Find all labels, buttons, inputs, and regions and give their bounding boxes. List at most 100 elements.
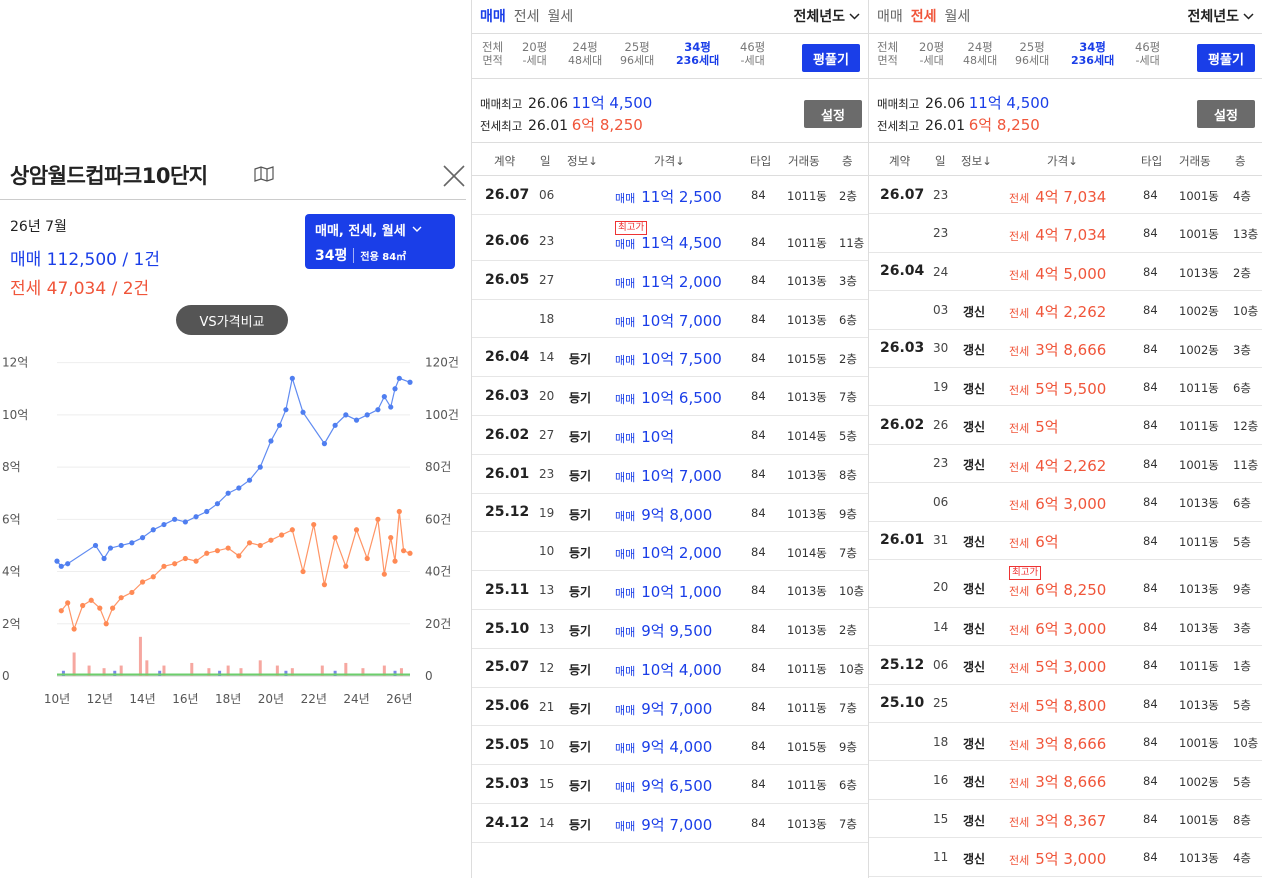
volume-bar [138, 636, 142, 676]
deal-type-selector[interactable]: 매매, 전세, 월세 34평 전용 84㎡ [305, 214, 455, 269]
table-row[interactable]: 23 전세 4억 7,034 84 1001동 13층 [869, 214, 1262, 253]
tab-monthly[interactable]: 월세 [548, 6, 574, 26]
year-select[interactable]: 전체년도 [1187, 6, 1254, 26]
size-option-46[interactable]: 46평 -세대 [1135, 40, 1160, 68]
deal-price-value: 10억 6,500 [641, 389, 722, 408]
table-row[interactable]: 06 전세 6억 3,000 84 1013동 6층 [869, 483, 1262, 522]
table-row[interactable]: 25.10 13 등기 매매 9억 9,500 84 1013동 2층 [472, 610, 868, 649]
y-left-tick-label: 8억 [2, 460, 21, 474]
size-option-34[interactable]: 34평 236세대 [676, 40, 719, 68]
data-point-jeonse [88, 597, 94, 603]
size-option-25[interactable]: 25평 96세대 [620, 40, 654, 68]
table-row[interactable]: 14 갱신 전세 6억 3,000 84 1013동 3층 [869, 608, 1262, 647]
deal-price-value: 10억 1,000 [641, 583, 722, 602]
size-option-24[interactable]: 24평 48세대 [963, 40, 997, 68]
tab-sale[interactable]: 매매 [480, 6, 506, 26]
table-row[interactable]: 25.10 25 전세 5억 8,800 84 1013동 5층 [869, 685, 1262, 724]
col-price[interactable]: 가격↓ [654, 153, 685, 169]
x-tick-label: 16년 [172, 692, 198, 706]
col-contract[interactable]: 계약 [889, 153, 910, 169]
size-option-34[interactable]: 34평 236세대 [1071, 40, 1114, 68]
table-row[interactable]: 26.03 30 갱신 전세 3억 8,666 84 1002동 3층 [869, 330, 1262, 368]
tab-jeonse[interactable]: 전세 [911, 6, 937, 26]
settings-button[interactable]: 설정 [1197, 100, 1255, 128]
table-row[interactable]: 25.12 06 갱신 전세 5억 3,000 84 1011동 1층 [869, 646, 1262, 685]
col-floor[interactable]: 층 [842, 153, 853, 169]
col-day[interactable]: 일 [540, 153, 551, 169]
table-row[interactable]: 25.05 10 등기 매매 9억 4,000 84 1015동 9층 [472, 726, 868, 766]
area-label: 전용 84㎡ [353, 247, 406, 263]
close-icon[interactable] [440, 162, 468, 190]
size-all[interactable]: 전체 면적 [482, 40, 503, 68]
table-row[interactable]: 20 갱신 전세 6억 8,250 84 1013동 9층 최고가 [869, 560, 1262, 608]
table-row[interactable]: 26.02 26 갱신 전세 5억 84 1011동 12층 [869, 406, 1262, 445]
table-row[interactable]: 26.04 24 전세 4억 5,000 84 1013동 2층 [869, 253, 1262, 292]
col-day[interactable]: 일 [935, 153, 946, 169]
table-row[interactable]: 26.06 23 매매 11억 4,500 84 1011동 11층 최고가 [472, 215, 868, 261]
col-floor[interactable]: 층 [1235, 153, 1246, 169]
settings-button[interactable]: 설정 [804, 100, 862, 128]
table-row[interactable]: 18 갱신 전세 3억 8,666 84 1001동 10층 [869, 723, 1262, 762]
col-dong[interactable]: 거래동 [788, 153, 820, 169]
size-option-20[interactable]: 20평 -세대 [919, 40, 944, 68]
col-type[interactable]: 타입 [750, 153, 771, 169]
contract-month: 26.03 [485, 387, 530, 404]
table-row[interactable]: 11 갱신 전세 5억 3,000 84 1013동 4층 [869, 838, 1262, 877]
table-row[interactable]: 25.11 13 등기 매매 10억 1,000 84 1013동 10층 [472, 571, 868, 610]
map-icon[interactable] [254, 166, 274, 182]
table-row[interactable]: 25.06 21 등기 매매 9억 7,000 84 1011동 7층 [472, 688, 868, 727]
table-row[interactable]: 16 갱신 전세 3억 8,666 84 1002동 5층 [869, 761, 1262, 800]
table-row[interactable]: 26.03 20 등기 매매 10억 6,500 84 1013동 7층 [472, 377, 868, 416]
col-info[interactable]: 정보↓ [961, 153, 992, 169]
size-option-25[interactable]: 25평 96세대 [1015, 40, 1049, 68]
building-dong: 1011동 [787, 700, 827, 715]
col-type[interactable]: 타입 [1141, 153, 1162, 169]
size-units: -세대 [740, 54, 765, 67]
tab-jeonse[interactable]: 전세 [514, 6, 540, 26]
table-row[interactable]: 26.04 14 등기 매매 10억 7,500 84 1015동 2층 [472, 338, 868, 378]
vs-compare-button[interactable]: VS가격비교 [176, 305, 288, 335]
col-price[interactable]: 가격↓ [1047, 153, 1078, 169]
floor: 3층 [839, 274, 857, 289]
size-option-20[interactable]: 20평 -세대 [522, 40, 547, 68]
size-option-24[interactable]: 24평 48세대 [568, 40, 602, 68]
deal-kind: 매매 [615, 548, 636, 562]
col-dong[interactable]: 거래동 [1179, 153, 1211, 169]
table-row[interactable]: 03 갱신 전세 4억 2,262 84 1002동 10층 [869, 291, 1262, 330]
deal-price-value: 3억 8,666 [1035, 734, 1107, 753]
table-row[interactable]: 26.07 23 전세 4억 7,034 84 1001동 4층 [869, 176, 1262, 215]
table-row[interactable]: 26.07 06 매매 11억 2,500 84 1011동 2층 [472, 176, 868, 215]
table-row[interactable]: 19 갱신 전세 5억 5,500 84 1011동 6층 [869, 368, 1262, 407]
table-row[interactable]: 24.12 14 등기 매매 9억 7,000 84 1013동 7층 [472, 804, 868, 843]
data-point-sale [289, 375, 295, 381]
col-info[interactable]: 정보↓ [567, 153, 598, 169]
size-py: 25평 [1019, 40, 1045, 54]
table-row[interactable]: 25.12 19 등기 매매 9억 8,000 84 1013동 9층 [472, 494, 868, 533]
year-select[interactable]: 전체년도 [793, 6, 860, 26]
chevron-down-icon [1243, 12, 1254, 20]
size-option-46[interactable]: 46평 -세대 [740, 40, 765, 68]
table-row[interactable]: 23 갱신 전세 4억 2,262 84 1001동 11층 [869, 445, 1262, 484]
table-row[interactable]: 26.01 31 갱신 전세 6억 84 1011동 5층 [869, 522, 1262, 560]
registration-info: 갱신 [963, 343, 986, 358]
tab-sale[interactable]: 매매 [877, 6, 903, 26]
unit-toggle-button[interactable]: 평풀기 [1197, 44, 1255, 72]
table-row[interactable]: 25.07 12 등기 매매 10억 4,000 84 1011동 10층 [472, 649, 868, 688]
table-row[interactable]: 25.03 15 등기 매매 9억 6,500 84 1011동 6층 [472, 765, 868, 804]
data-point-sale [204, 508, 210, 515]
unit-toggle-button[interactable]: 평풀기 [802, 44, 860, 72]
tab-monthly[interactable]: 월세 [945, 6, 971, 26]
size-all[interactable]: 전체 면적 [877, 40, 898, 68]
table-row[interactable]: 26.05 27 매매 11억 2,000 84 1013동 3층 [472, 261, 868, 300]
building-dong: 1013동 [1179, 620, 1219, 635]
data-point-sale [353, 417, 360, 423]
size-py: 24평 [967, 40, 993, 54]
registration-info: 등기 [569, 701, 592, 716]
table-row[interactable]: 18 매매 10억 7,000 84 1013동 6층 [472, 300, 868, 339]
table-row[interactable]: 10 등기 매매 10억 2,000 84 1014동 7층 [472, 532, 868, 572]
table-row[interactable]: 15 갱신 전세 3억 8,367 84 1001동 8층 [869, 800, 1262, 839]
registration-info: 등기 [569, 468, 592, 483]
table-row[interactable]: 26.01 23 등기 매매 10억 7,000 84 1013동 8층 [472, 455, 868, 494]
table-row[interactable]: 26.02 27 등기 매매 10억 84 1014동 5층 [472, 416, 868, 455]
col-contract[interactable]: 계약 [494, 153, 515, 169]
